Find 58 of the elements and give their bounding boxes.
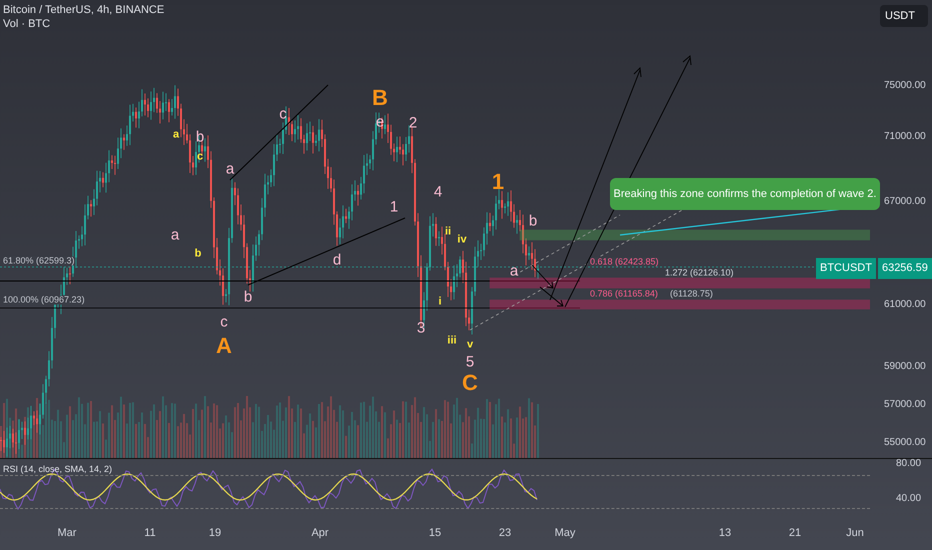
price-axis-label: 71000.00: [884, 132, 926, 142]
symbol-title: Bitcoin / TetherUS, 4h, BINANCE: [3, 3, 164, 17]
wave-label: b: [244, 290, 252, 304]
price-axis-label: 57000.00: [884, 400, 926, 410]
wave-label: c: [196, 152, 204, 162]
time-axis-label: Mar: [58, 528, 76, 539]
time-axis-label: 13: [718, 528, 732, 539]
wave-label: a: [170, 228, 180, 242]
rsi-indicator-label: RSI (14, close, SMA, 14, 2): [3, 465, 112, 474]
wave-label: 2: [408, 116, 418, 130]
wave-label: d: [332, 252, 342, 268]
fibonacci-level-label: 0.786 (61165.84): [590, 290, 658, 298]
time-axis-label: 11: [144, 528, 156, 539]
volume-indicator-label: Vol · BTC: [3, 17, 52, 31]
wave-label: 1: [492, 171, 504, 193]
callout-box: Breaking this zone confirms the completion of wave 2.: [610, 178, 880, 210]
time-axis-label: 15: [428, 528, 442, 539]
fibonacci-level-label: 1.272 (62126.10): [665, 268, 734, 278]
fibonacci-level-label: 100.00% (60967.23): [3, 296, 85, 304]
wave-label: c: [220, 314, 228, 330]
symbol-tag: BTCUSDT: [816, 258, 876, 278]
wave-label: 1: [390, 200, 398, 214]
time-axis-label: Jun: [846, 528, 864, 539]
price-axis-label: 67000.00: [884, 197, 926, 207]
current-price-tag: 63256.59: [878, 258, 932, 278]
time-axis-label: 21: [788, 528, 802, 539]
wave-label: iv: [457, 234, 467, 246]
price-axis-label: 61000.00: [884, 300, 926, 310]
price-axis-label: 59000.00: [884, 362, 926, 372]
wave-label: a: [510, 264, 518, 278]
time-axis-label: Apr: [311, 528, 329, 539]
wave-label: iii: [447, 336, 457, 346]
fibonacci-level-label: 0.618 (62423.85): [590, 258, 659, 266]
wave-label: a: [172, 130, 180, 140]
wave-label: 5: [466, 354, 474, 370]
time-axis-label: 19: [208, 528, 222, 539]
wave-label: C: [462, 372, 478, 394]
wave-label: b: [528, 214, 538, 228]
wave-label: A: [216, 335, 232, 357]
fibonacci-level-label: 61.80% (62599.3): [3, 256, 75, 266]
wave-label: 4: [434, 184, 442, 200]
price-axis-label: 75000.00: [884, 81, 926, 91]
wave-label: b: [194, 248, 202, 260]
time-axis-label: May: [554, 528, 576, 539]
currency-button[interactable]: USDT: [880, 5, 928, 27]
price-axis-label: 55000.00: [884, 438, 926, 448]
wave-label: b: [196, 130, 204, 144]
wave-label: ii: [444, 226, 452, 238]
wave-label: B: [372, 87, 388, 109]
rsi-axis-label: 40.00: [896, 494, 922, 504]
fibonacci-level-label: (61128.75): [670, 290, 713, 298]
wave-label: a: [226, 162, 234, 176]
rsi-axis-label: 80.00: [896, 459, 922, 469]
wave-label: i: [438, 296, 442, 308]
wave-label: c: [279, 106, 287, 122]
wave-label: 3: [416, 320, 426, 336]
time-axis-label: 23: [498, 528, 512, 539]
wave-label: v: [466, 340, 474, 350]
